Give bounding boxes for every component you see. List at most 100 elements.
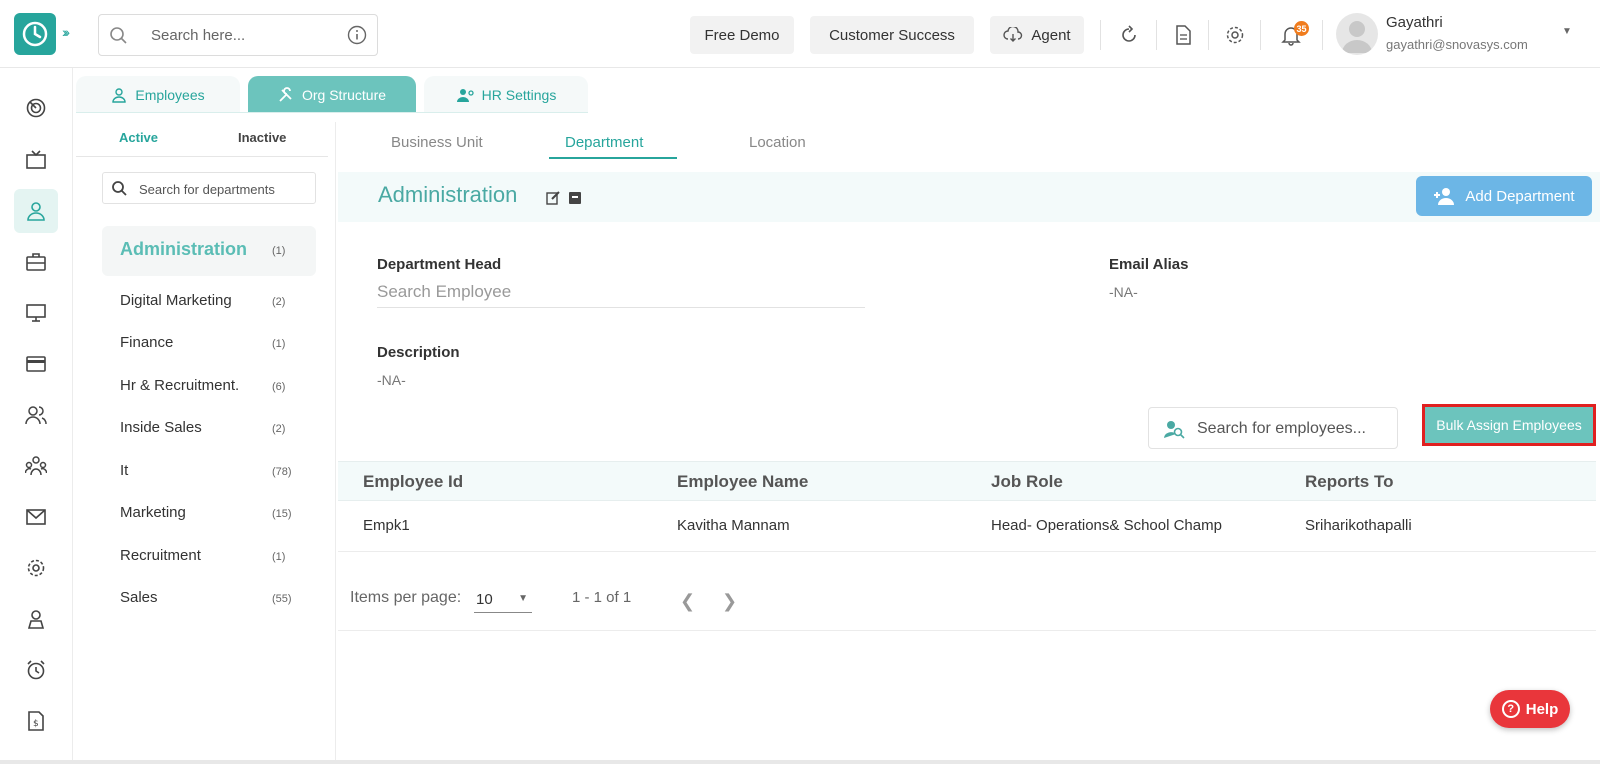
notification-count-badge: 35 bbox=[1294, 21, 1309, 36]
tab-active[interactable]: Active bbox=[119, 130, 158, 145]
department-name: Administration bbox=[120, 239, 248, 259]
user-search-icon bbox=[1164, 421, 1185, 439]
department-item-recruitment[interactable]: Recruitment (1) bbox=[102, 537, 316, 577]
avatar[interactable] bbox=[1336, 13, 1378, 55]
tab-employees-label: Employees bbox=[135, 86, 205, 103]
items-per-page-select[interactable]: 10 ▼ bbox=[474, 585, 532, 613]
search-icon bbox=[110, 27, 127, 44]
free-demo-button[interactable]: Free Demo bbox=[690, 16, 794, 54]
help-label: Help bbox=[1525, 700, 1559, 718]
previous-page-icon[interactable]: ❮ bbox=[680, 591, 695, 612]
email-alias-label: Email Alias bbox=[1109, 256, 1189, 273]
page-range-label: 1 - 1 of 1 bbox=[572, 589, 632, 606]
rail-org[interactable] bbox=[14, 444, 58, 488]
rail-payments[interactable] bbox=[14, 342, 58, 386]
app-logo-icon[interactable] bbox=[14, 13, 56, 55]
edit-icon[interactable] bbox=[546, 190, 561, 205]
column-header-employee-id[interactable]: Employee Id bbox=[363, 472, 463, 492]
rail-settings[interactable] bbox=[14, 546, 58, 590]
department-count: (1) bbox=[272, 245, 286, 257]
column-header-reports-to[interactable]: Reports To bbox=[1305, 472, 1393, 492]
next-page-icon[interactable]: ❯ bbox=[722, 591, 737, 612]
department-item-it[interactable]: It (78) bbox=[102, 452, 316, 492]
rail-mail[interactable] bbox=[14, 495, 58, 539]
user-icon bbox=[112, 87, 127, 103]
department-item-finance[interactable]: Finance (1) bbox=[102, 324, 316, 364]
document-icon[interactable] bbox=[1172, 24, 1194, 46]
refresh-icon[interactable] bbox=[1118, 24, 1140, 46]
department-title: Administration bbox=[378, 182, 518, 207]
department-item-sales[interactable]: Sales (55) bbox=[102, 579, 316, 619]
tab-hr-settings-label: HR Settings bbox=[481, 86, 557, 103]
department-item-marketing[interactable]: Marketing (15) bbox=[102, 494, 316, 534]
divider bbox=[1322, 20, 1323, 50]
department-panel: Active Inactive Search for departments A… bbox=[76, 122, 336, 764]
rail-invoices[interactable]: $ bbox=[14, 699, 58, 743]
agent-label: Agent bbox=[1031, 26, 1071, 44]
department-count: (1) bbox=[272, 338, 286, 350]
email-alias-value: -NA- bbox=[1109, 284, 1138, 300]
alarm-icon bbox=[27, 660, 45, 680]
column-header-job-role[interactable]: Job Role bbox=[991, 472, 1063, 492]
rail-profile[interactable] bbox=[14, 597, 58, 641]
rail-projects[interactable] bbox=[14, 240, 58, 284]
tab-department[interactable]: Department bbox=[565, 134, 643, 151]
employee-search-placeholder: Search for employees... bbox=[1197, 420, 1366, 437]
tab-business-unit[interactable]: Business Unit bbox=[391, 134, 483, 151]
cell-employee-name: Kavitha Mannam bbox=[677, 517, 790, 534]
tab-org-structure-label: Org Structure bbox=[301, 86, 387, 103]
tab-hr-settings[interactable]: HR Settings bbox=[424, 76, 588, 113]
expand-menu-icon[interactable]: ››› bbox=[62, 24, 70, 40]
add-department-button[interactable]: Add Department bbox=[1416, 176, 1592, 216]
help-button[interactable]: ? Help bbox=[1490, 690, 1570, 728]
column-header-employee-name[interactable]: Employee Name bbox=[677, 472, 808, 492]
user-name[interactable]: Gayathri bbox=[1386, 14, 1443, 31]
bulk-assign-employees-button[interactable]: Bulk Assign Employees bbox=[1422, 404, 1596, 446]
archive-icon[interactable] bbox=[568, 190, 582, 205]
add-user-icon bbox=[1434, 188, 1455, 205]
rail-assets[interactable] bbox=[14, 291, 58, 335]
tab-location[interactable]: Location bbox=[749, 134, 806, 151]
top-bar: ››› Search here... Free Demo Customer Su… bbox=[0, 0, 1600, 68]
global-search-input[interactable]: Search here... bbox=[98, 14, 378, 56]
tab-org-structure[interactable]: Org Structure bbox=[248, 76, 416, 113]
department-item-inside-sales[interactable]: Inside Sales (2) bbox=[102, 409, 316, 449]
rail-dashboard[interactable] bbox=[14, 86, 58, 130]
rail-team[interactable] bbox=[14, 393, 58, 437]
info-icon[interactable] bbox=[347, 25, 367, 45]
department-name: Sales bbox=[120, 589, 158, 606]
table-row[interactable]: Empk1 Kavitha Mannam Head- Operations& S… bbox=[338, 502, 1596, 552]
user-email: gayathri@snovasys.com bbox=[1386, 37, 1528, 52]
department-search-input[interactable]: Search for departments bbox=[102, 172, 316, 204]
tab-employees[interactable]: Employees bbox=[76, 76, 240, 113]
department-name: Digital Marketing bbox=[120, 292, 232, 309]
cell-employee-id: Empk1 bbox=[363, 517, 410, 534]
status-tab-divider bbox=[76, 156, 328, 157]
tv-icon bbox=[26, 150, 46, 169]
user-settings-icon bbox=[456, 88, 474, 102]
active-tab-underline bbox=[549, 157, 677, 159]
department-head-label: Department Head bbox=[377, 256, 502, 273]
agent-button[interactable]: Agent bbox=[990, 16, 1084, 54]
chevron-down-icon[interactable]: ▼ bbox=[1562, 26, 1572, 37]
customer-success-button[interactable]: Customer Success bbox=[810, 16, 974, 54]
department-name: Inside Sales bbox=[120, 419, 202, 436]
rail-timesheet[interactable] bbox=[14, 648, 58, 692]
side-rail: $ bbox=[0, 68, 73, 764]
rail-employees[interactable] bbox=[14, 189, 58, 233]
employee-search-input[interactable]: Search for employees... bbox=[1148, 407, 1398, 449]
department-item-digital-marketing[interactable]: Digital Marketing (2) bbox=[102, 282, 316, 322]
department-count: (1) bbox=[272, 551, 286, 563]
divider bbox=[1156, 20, 1157, 50]
department-head-input[interactable]: Search Employee bbox=[377, 282, 865, 308]
search-icon bbox=[112, 181, 127, 196]
rail-tv[interactable] bbox=[14, 138, 58, 182]
department-item-administration[interactable]: Administration (1) bbox=[102, 226, 316, 276]
mail-icon bbox=[26, 509, 46, 525]
badge-icon bbox=[27, 610, 45, 629]
gear-icon[interactable] bbox=[1224, 24, 1246, 46]
briefcase-icon bbox=[26, 253, 46, 271]
tab-inactive[interactable]: Inactive bbox=[238, 130, 286, 145]
department-item-hr-recruitment[interactable]: Hr & Recruitment. (6) bbox=[102, 367, 316, 407]
bottom-scrollbar[interactable] bbox=[0, 760, 1600, 764]
